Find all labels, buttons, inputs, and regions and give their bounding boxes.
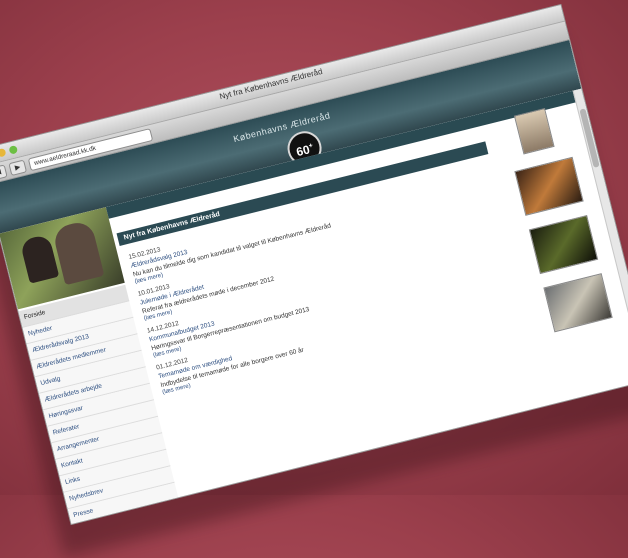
logo-sup: + xyxy=(308,142,314,151)
person-silhouette xyxy=(51,219,105,286)
portrait-photo[interactable] xyxy=(513,107,555,155)
back-button[interactable]: ◀ xyxy=(0,163,8,181)
browser-window: Nyt fra Københavns Ældreråd ◀ ▶ www.aeld… xyxy=(0,5,628,524)
person-silhouette xyxy=(19,233,60,284)
forward-button[interactable]: ▶ xyxy=(8,159,27,176)
event-photo[interactable] xyxy=(514,156,584,216)
event-photo[interactable] xyxy=(543,273,613,333)
event-photo[interactable] xyxy=(528,214,599,275)
